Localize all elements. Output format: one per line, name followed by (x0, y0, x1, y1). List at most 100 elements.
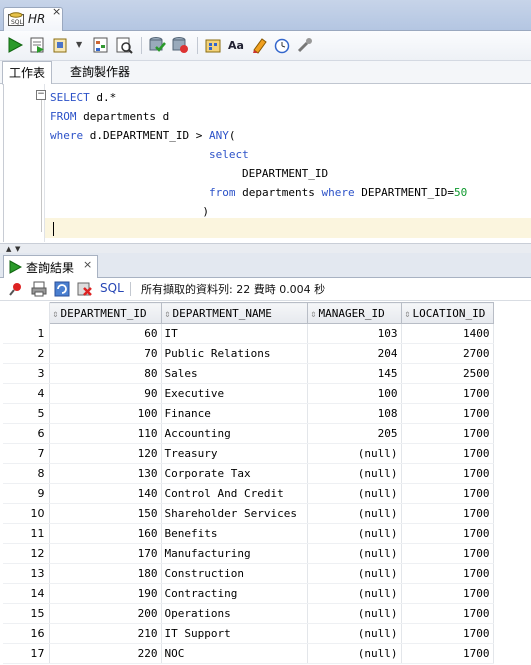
table-cell[interactable]: Operations (161, 603, 308, 624)
fold-toggle-icon[interactable]: − (36, 90, 46, 100)
sort-icon[interactable]: ⇕ (165, 309, 171, 320)
table-cell[interactable]: (null) (307, 623, 402, 644)
table-cell[interactable]: Manufacturing (161, 543, 308, 564)
table-cell[interactable]: 204 (307, 343, 402, 364)
table-cell[interactable]: Corporate Tax (161, 463, 308, 484)
table-cell[interactable]: Control And Credit (161, 483, 308, 504)
column-header-department-name[interactable]: ⇕ DEPARTMENT_NAME (160, 302, 308, 324)
table-row[interactable]: 15 200 Operations (null) 1700 (3, 603, 494, 624)
table-cell[interactable]: 120 (49, 443, 162, 464)
unshared-sql-icon[interactable] (204, 36, 222, 54)
sort-icon[interactable]: ⇕ (405, 309, 411, 320)
worksheet-document-tab[interactable]: SQL HR × (3, 5, 63, 31)
code-line[interactable]: select (50, 145, 467, 164)
table-cell[interactable]: 2700 (401, 343, 494, 364)
code-line[interactable]: SELECT d.* (50, 88, 467, 107)
run-statement-icon[interactable] (6, 36, 24, 54)
sql-tuning-icon[interactable] (115, 36, 133, 54)
table-cell[interactable]: 1700 (401, 483, 494, 504)
table-cell[interactable]: 190 (49, 583, 162, 604)
table-cell[interactable]: IT (161, 323, 308, 344)
table-row[interactable]: 5 100 Finance 108 1700 (3, 403, 494, 424)
code-line[interactable]: from departments where DEPARTMENT_ID=50 (50, 183, 467, 202)
code-line[interactable]: ) (50, 202, 467, 221)
table-cell[interactable]: IT Support (161, 623, 308, 644)
table-cell[interactable]: Accounting (161, 423, 308, 444)
table-cell[interactable]: 103 (307, 323, 402, 344)
table-cell[interactable]: 2500 (401, 363, 494, 384)
collapse-up-icon[interactable]: ▲ (6, 245, 11, 253)
print-icon[interactable] (31, 281, 47, 297)
table-row[interactable]: 10 150 Shareholder Services (null) 1700 (3, 503, 494, 524)
table-cell[interactable]: 1700 (401, 503, 494, 524)
clear-icon[interactable] (250, 36, 268, 54)
table-row[interactable]: 2 70 Public Relations 204 2700 (3, 343, 494, 364)
refresh-icon[interactable] (54, 281, 70, 297)
table-cell[interactable]: 1700 (401, 603, 494, 624)
commit-icon[interactable] (148, 36, 166, 54)
sort-icon[interactable]: ⇕ (311, 309, 317, 320)
table-cell[interactable]: 1700 (401, 543, 494, 564)
tools-icon[interactable] (296, 36, 314, 54)
tab-query-result[interactable]: 查詢結果 × (3, 255, 98, 278)
table-cell[interactable]: 1700 (401, 383, 494, 404)
table-cell[interactable]: 90 (49, 383, 162, 404)
table-row[interactable]: 11 160 Benefits (null) 1700 (3, 523, 494, 544)
table-cell[interactable]: 210 (49, 623, 162, 644)
table-cell[interactable]: Sales (161, 363, 308, 384)
table-row[interactable]: 17 220 NOC (null) 1700 (3, 643, 494, 664)
table-row[interactable]: 14 190 Contracting (null) 1700 (3, 583, 494, 604)
table-cell[interactable]: 160 (49, 523, 162, 544)
column-header-location-id[interactable]: ⇕ LOCATION_ID (400, 302, 494, 324)
collapse-down-icon[interactable]: ▼ (15, 245, 20, 253)
pin-icon[interactable] (8, 281, 24, 297)
sql-history-icon[interactable] (273, 36, 291, 54)
table-cell[interactable]: (null) (307, 603, 402, 624)
table-cell[interactable]: 170 (49, 543, 162, 564)
tab-query-builder[interactable]: 查詢製作器 (64, 61, 136, 83)
table-row[interactable]: 7 120 Treasury (null) 1700 (3, 443, 494, 464)
table-cell[interactable]: (null) (307, 483, 402, 504)
code-line[interactable]: FROM departments d (50, 107, 467, 126)
table-cell[interactable]: 200 (49, 603, 162, 624)
table-cell[interactable]: Contracting (161, 583, 308, 604)
table-cell[interactable]: (null) (307, 463, 402, 484)
table-cell[interactable]: 1700 (401, 583, 494, 604)
table-row[interactable]: 4 90 Executive 100 1700 (3, 383, 494, 404)
table-cell[interactable]: 1700 (401, 563, 494, 584)
table-cell[interactable]: 80 (49, 363, 162, 384)
tab-worksheet[interactable]: 工作表 (2, 61, 53, 85)
run-script-icon[interactable] (29, 36, 47, 54)
table-cell[interactable]: Finance (161, 403, 308, 424)
result-tab-close-icon[interactable]: × (83, 258, 92, 271)
to-upper-icon[interactable]: Aa (227, 36, 245, 54)
table-cell[interactable]: (null) (307, 583, 402, 604)
table-row[interactable]: 3 80 Sales 145 2500 (3, 363, 494, 384)
table-cell[interactable]: NOC (161, 643, 308, 664)
table-cell[interactable]: 60 (49, 323, 162, 344)
table-row[interactable]: 1 60 IT 103 1400 (3, 323, 494, 344)
table-cell[interactable]: Public Relations (161, 343, 308, 364)
column-header-department-id[interactable]: ⇕ DEPARTMENT_ID (48, 302, 162, 324)
table-row[interactable]: 13 180 Construction (null) 1700 (3, 563, 494, 584)
sql-link[interactable]: SQL (100, 281, 124, 295)
table-cell[interactable]: (null) (307, 563, 402, 584)
sql-editor[interactable]: − SELECT d.* FROM departments d where d.DE… (3, 84, 531, 242)
table-cell[interactable]: 1700 (401, 443, 494, 464)
rollback-icon[interactable] (171, 36, 189, 54)
cancel-query-icon[interactable] (77, 281, 93, 297)
table-cell[interactable]: 180 (49, 563, 162, 584)
sql-code[interactable]: SELECT d.* FROM departments d where d.DEPA… (50, 88, 467, 240)
table-cell[interactable]: Treasury (161, 443, 308, 464)
table-cell[interactable]: Benefits (161, 523, 308, 544)
table-cell[interactable]: (null) (307, 543, 402, 564)
table-cell[interactable]: (null) (307, 523, 402, 544)
table-cell[interactable]: 100 (307, 383, 402, 404)
document-tab-close-icon[interactable]: × (52, 5, 61, 18)
table-cell[interactable]: 1700 (401, 623, 494, 644)
code-line[interactable] (50, 221, 467, 240)
table-cell[interactable]: 1700 (401, 643, 494, 664)
table-cell[interactable]: 140 (49, 483, 162, 504)
table-cell[interactable]: 100 (49, 403, 162, 424)
code-line[interactable]: DEPARTMENT_ID (50, 164, 467, 183)
